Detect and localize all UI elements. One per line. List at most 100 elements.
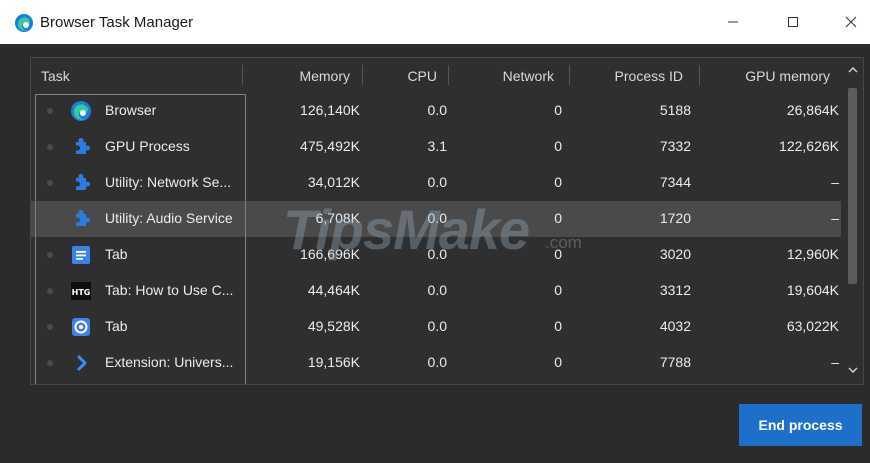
status-dot <box>47 360 53 366</box>
puzzle-piece-icon <box>76 174 90 190</box>
column-divider[interactable] <box>362 65 363 85</box>
camera-icon <box>72 318 90 336</box>
cpu-value: 0.0 <box>427 282 447 298</box>
scroll-down-arrow-icon[interactable] <box>847 364 859 376</box>
cpu-value: 0.0 <box>427 102 447 118</box>
status-dot <box>47 216 53 222</box>
network-value: 0 <box>554 174 562 190</box>
column-header-task[interactable]: Task <box>41 68 70 84</box>
column-divider[interactable] <box>448 65 449 85</box>
gpu-memory-value: – <box>831 210 839 226</box>
cpu-value: 0.0 <box>427 354 447 370</box>
minimize-button[interactable] <box>710 0 756 44</box>
table-header: Task Memory CPU Network Process ID GPU m… <box>31 58 863 93</box>
process-id-value: 1720 <box>659 210 691 226</box>
network-value: 0 <box>554 102 562 118</box>
memory-value: 166,696K <box>300 246 360 262</box>
scroll-up-arrow-icon[interactable] <box>847 64 859 76</box>
minimize-icon <box>728 21 738 23</box>
puzzle-piece-icon <box>76 138 90 154</box>
gpu-memory-value: 19,604K <box>786 282 839 298</box>
column-header-network[interactable]: Network <box>461 68 554 84</box>
status-dot <box>47 144 53 150</box>
htg-logo-icon: HTG <box>71 282 91 300</box>
process-id-value: 7332 <box>659 138 691 154</box>
task-name: Tab: How to Use C... <box>105 282 234 298</box>
process-id-value: 5188 <box>659 102 691 118</box>
task-name: Tab <box>105 246 128 262</box>
table-row[interactable]: Tab 49,528K 0.0 0 4032 63,022K <box>31 309 841 345</box>
status-dot <box>47 108 53 114</box>
table-row[interactable]: Tab 166,696K 0.0 0 3020 12,960K <box>31 237 841 273</box>
gpu-memory-value: 26,864K <box>786 102 839 118</box>
close-button[interactable] <box>828 0 870 44</box>
gpu-memory-value: 122,626K <box>779 138 839 154</box>
network-value: 0 <box>554 210 562 226</box>
memory-value: 475,492K <box>300 138 360 154</box>
process-id-value: 3312 <box>659 282 691 298</box>
memory-value: 49,528K <box>307 318 360 334</box>
gpu-memory-value: 12,960K <box>786 246 839 262</box>
network-value: 0 <box>554 282 562 298</box>
task-name: Utility: Audio Service <box>105 210 233 226</box>
network-value: 0 <box>554 246 562 262</box>
task-name: GPU Process <box>105 138 190 154</box>
network-value: 0 <box>554 354 562 370</box>
memory-value: 44,464K <box>307 282 360 298</box>
chevron-right-icon <box>76 354 87 372</box>
column-header-process-id[interactable]: Process ID <box>581 68 683 84</box>
task-table: Task Memory CPU Network Process ID GPU m… <box>30 57 864 385</box>
table-row[interactable]: Browser 126,140K 0.0 0 5188 26,864K <box>31 93 841 129</box>
cpu-value: 0.0 <box>427 246 447 262</box>
process-id-value: 7788 <box>659 354 691 370</box>
column-header-cpu[interactable]: CPU <box>371 68 437 84</box>
task-name: Utility: Network Se... <box>105 174 232 190</box>
document-icon <box>72 246 90 264</box>
window-title: Browser Task Manager <box>40 14 194 31</box>
end-process-button[interactable]: End process <box>739 404 862 446</box>
table-row[interactable]: HTG Tab: How to Use C... 44,464K 0.0 0 3… <box>31 273 841 309</box>
scrollbar-thumb[interactable] <box>848 88 857 284</box>
puzzle-piece-icon <box>76 210 90 226</box>
title-bar: Browser Task Manager <box>0 0 870 44</box>
column-divider[interactable] <box>242 65 243 85</box>
column-divider[interactable] <box>569 65 570 85</box>
gpu-memory-value: 63,022K <box>786 318 839 334</box>
memory-value: 34,012K <box>307 174 360 190</box>
network-value: 0 <box>554 138 562 154</box>
process-id-value: 3020 <box>659 246 691 262</box>
maximize-icon <box>788 17 798 27</box>
maximize-button[interactable] <box>770 0 816 44</box>
status-dot <box>47 288 53 294</box>
table-row[interactable]: Extension: Univers... 19,156K 0.0 0 7788… <box>31 345 841 381</box>
close-icon <box>845 16 857 28</box>
task-name: Extension: Univers... <box>105 354 234 370</box>
gpu-memory-value: – <box>831 354 839 370</box>
column-header-memory[interactable]: Memory <box>251 68 350 84</box>
memory-value: 19,156K <box>307 354 360 370</box>
process-id-value: 4032 <box>659 318 691 334</box>
edge-logo-icon <box>15 14 33 32</box>
table-row[interactable]: Utility: Network Se... 34,012K 0.0 0 734… <box>31 165 841 201</box>
cpu-value: 0.0 <box>427 174 447 190</box>
gpu-memory-value: – <box>831 174 839 190</box>
task-name: Tab <box>105 318 128 334</box>
task-name: Browser <box>105 102 157 118</box>
vertical-scrollbar[interactable] <box>843 58 863 384</box>
table-row-selected[interactable]: Utility: Audio Service 6,708K 0.0 0 1720… <box>31 201 841 237</box>
column-divider[interactable] <box>699 65 700 85</box>
memory-value: 6,708K <box>315 210 360 226</box>
cpu-value: 0.0 <box>427 210 447 226</box>
process-id-value: 7344 <box>659 174 691 190</box>
column-header-gpu-memory[interactable]: GPU memory <box>711 68 830 84</box>
svg-text:HTG: HTG <box>72 288 91 297</box>
network-value: 0 <box>554 318 562 334</box>
status-dot <box>47 180 53 186</box>
status-dot <box>47 324 53 330</box>
cpu-value: 3.1 <box>427 138 447 154</box>
cpu-value: 0.0 <box>427 318 447 334</box>
memory-value: 126,140K <box>300 102 360 118</box>
status-dot <box>47 252 53 258</box>
table-row[interactable]: GPU Process 475,492K 3.1 0 7332 122,626K <box>31 129 841 165</box>
edge-logo-icon <box>71 101 91 121</box>
